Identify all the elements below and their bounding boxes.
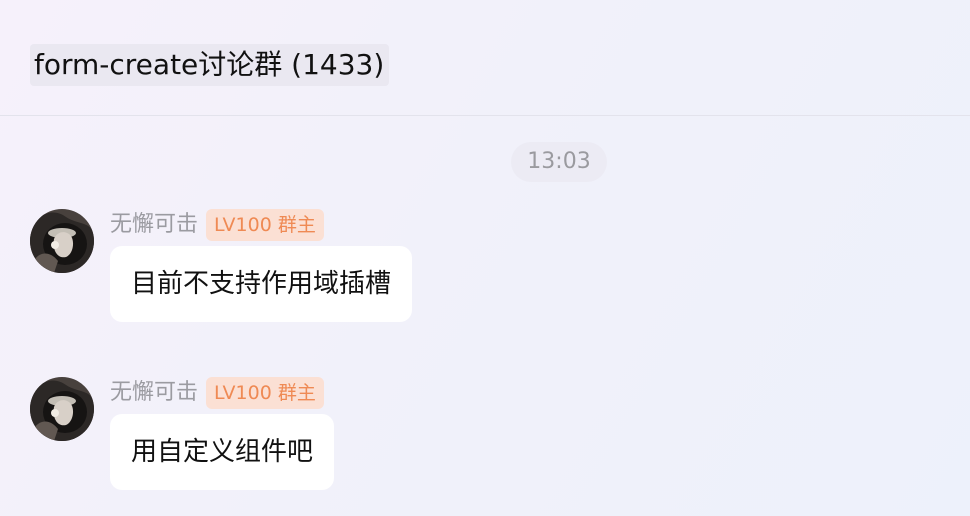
role-badge: LV100 群主 xyxy=(206,377,324,409)
message-item: 无懈可击 LV100 群主 用自定义组件吧 xyxy=(30,377,730,492)
chat-header: form-create讨论群 (1433) xyxy=(0,0,970,116)
sender-avatar[interactable] xyxy=(30,377,94,441)
sender-name[interactable]: 无懈可击 xyxy=(110,377,198,409)
group-title[interactable]: form-create讨论群 (1433) xyxy=(30,44,390,86)
avatar-image xyxy=(30,209,94,273)
message-timestamp: 13:03 xyxy=(511,142,607,182)
message-bubble[interactable]: 用自定义组件吧 xyxy=(110,414,335,490)
sender-name[interactable]: 无懈可击 xyxy=(110,209,198,241)
sender-avatar[interactable] xyxy=(30,209,94,273)
sender-line: 无懈可击 LV100 群主 xyxy=(110,209,324,241)
avatar-image xyxy=(30,377,94,441)
message-bubble[interactable]: 目前不支持作用域插槽 xyxy=(110,246,413,322)
message-item: 无懈可击 LV100 群主 目前不支持作用域插槽 xyxy=(30,209,730,324)
role-badge: LV100 群主 xyxy=(206,209,324,241)
sender-line: 无懈可击 LV100 群主 xyxy=(110,377,324,409)
